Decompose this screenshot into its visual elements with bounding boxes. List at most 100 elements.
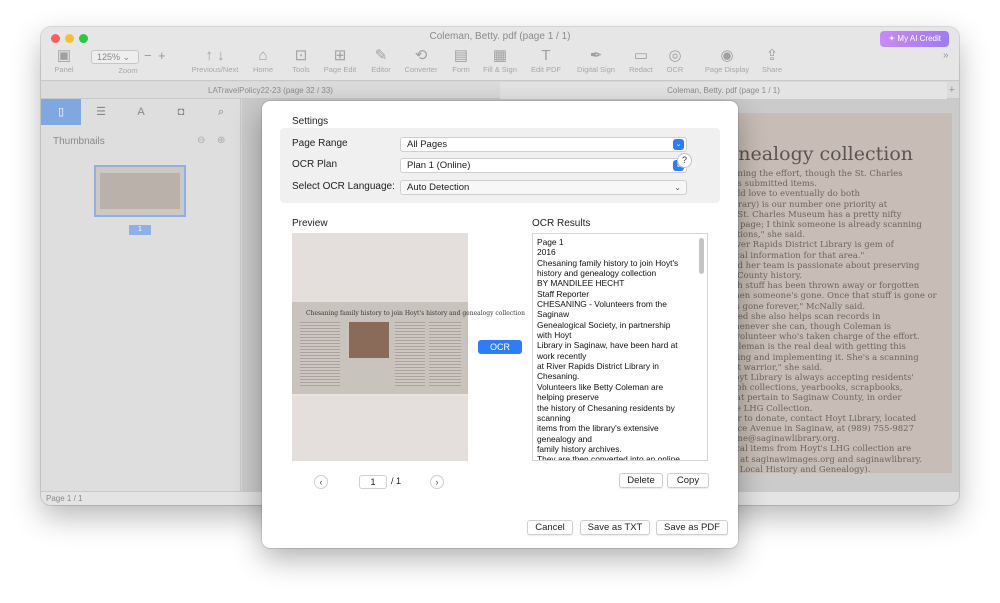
ocr-result-line: genealogy and — [537, 433, 592, 444]
save-as-txt-button[interactable]: Save as TXT — [580, 520, 650, 535]
document-text-line: ent warrior," she said. — [727, 362, 823, 373]
preview-text-column — [395, 322, 425, 386]
ocr-result-line: items from the library's extensive — [537, 423, 659, 434]
document-text-line: Hoyt Library is always accepting residen… — [727, 373, 914, 383]
zoom-value: 125% — [97, 52, 121, 62]
ocr-run-button[interactable]: OCR — [478, 340, 522, 354]
document-text-line: ections," she said. — [727, 230, 806, 241]
help-button[interactable]: ? — [677, 153, 692, 168]
search-tab-icon[interactable]: ⌕ — [201, 99, 241, 125]
ocr-plan-value: Plan 1 (Online) — [407, 160, 471, 171]
zoom-out-button[interactable]: − — [144, 48, 152, 63]
page-range-label: Page Range — [292, 138, 348, 149]
digital-sign-button[interactable]: ✒ Digital Sign — [571, 47, 621, 75]
thumbnails-tab-icon[interactable]: ▯ — [41, 99, 81, 125]
ocr-results-text: Page 1 2016 Chesaning family history to jo… — [537, 237, 697, 461]
document-text-line: gene@saginawlibrary.org. — [727, 434, 840, 445]
share-button[interactable]: ⇪ Share — [749, 47, 795, 75]
copy-button[interactable]: Copy — [667, 473, 709, 488]
preview-page-bottom — [292, 396, 468, 461]
fill-sign-button[interactable]: ▦ Fill & Sign — [477, 47, 523, 75]
document-text-line: gical items from Hoyt's LHG collection a… — [727, 444, 912, 455]
page-number-input[interactable]: 1 — [359, 475, 387, 489]
page-display-button[interactable]: ◉ Page Display — [700, 47, 754, 75]
save-as-pdf-button[interactable]: Save as PDF — [656, 520, 728, 535]
tab-latravelpolicy[interactable]: LATravelPolicy22-23 (page 32 / 33) — [41, 82, 500, 99]
zoom-in-button[interactable]: + — [158, 48, 166, 63]
ocr-plan-label: OCR Plan — [292, 159, 338, 170]
outline-tab-icon[interactable]: ☰ — [81, 99, 121, 125]
results-scrollbar[interactable] — [699, 238, 704, 274]
page-edit-label: Page Edit — [323, 65, 357, 74]
zoom-label: Zoom — [118, 66, 138, 75]
ocr-results-textarea[interactable]: Page 1 2016 Chesaning family history to jo… — [532, 233, 708, 461]
overflow-chevron-icon[interactable]: » — [943, 50, 949, 61]
new-tab-button[interactable]: + — [949, 82, 955, 99]
document-text-line: raph collections, yearbooks, scrapbooks, — [727, 383, 903, 394]
ocr-result-line: BY MANDILEE HECHT — [537, 278, 625, 289]
document-text-line: ance Avenue in Saginaw, at (989) 755-982… — [727, 424, 914, 434]
page-thumbnail[interactable] — [94, 165, 186, 217]
document-text-line: e, St. Charles Museum has a pretty nifty — [727, 209, 902, 220]
document-text-line: gical information for that area." — [727, 250, 865, 261]
sidebar-toggle-icon: ▣ — [56, 47, 72, 64]
fill-sign-icon: ▦ — [492, 47, 508, 64]
next-page-button[interactable]: › — [430, 475, 444, 489]
preview-page-image: Chesaning family history to join Hoyt's … — [292, 302, 525, 394]
panel-button[interactable]: ▣ Panel — [41, 47, 87, 75]
settings-panel: Page Range All Pages ⌄ OCR Plan Plan 1 (… — [280, 128, 720, 203]
edit-pdf-label: Edit PDF — [530, 65, 561, 74]
document-text-line: ould love to eventually do both — [727, 189, 861, 200]
ocr-language-select[interactable]: Auto Detection ⌄ — [400, 180, 687, 195]
annotations-tab-icon[interactable]: A — [121, 99, 161, 125]
thumbnails-heading: Thumbnails — [53, 136, 105, 147]
page-range-select[interactable]: All Pages ⌄ — [400, 137, 687, 152]
document-text-line: library) is our number one priority at — [727, 199, 888, 210]
panel-label: Panel — [54, 65, 74, 74]
preview-headline: Chesaning family history to join Hoyt's … — [306, 310, 525, 317]
ocr-result-line: helping preserve — [537, 392, 599, 403]
ai-credit-button[interactable]: ✦ My AI Credit — [880, 31, 949, 47]
document-text-line: when someone's gone. Once that stuff is … — [727, 291, 937, 302]
ocr-result-line: Chesaning family history to join Hoyt's — [537, 257, 679, 268]
document-text-line: uch stuff has been thrown away or forgot… — [727, 281, 920, 292]
chevron-down-icon: ⌄ — [674, 183, 681, 192]
page-display-label: Page Display — [704, 65, 750, 74]
title-bar: Coleman, Betty. pdf (page 1 / 1) ✦ My AI… — [41, 27, 959, 81]
document-text-line: Coleman is the real deal with getting th… — [727, 342, 906, 353]
ocr-toolbar-button[interactable]: ◎ OCR — [652, 47, 698, 75]
document-text-line: ck Local History and Genealogy). — [727, 464, 871, 475]
document-text-line: River Rapids District Library is gem of — [727, 240, 894, 251]
document-text-line: dded she also helps scan records in — [727, 311, 881, 322]
thumbnail-zoom-out-icon[interactable]: ⊖ — [197, 135, 205, 146]
zoom-select[interactable]: 125% ⌄ — [91, 50, 139, 64]
cancel-button[interactable]: Cancel — [527, 520, 573, 535]
snapshot-tab-icon[interactable]: ◘ — [161, 99, 201, 125]
thumbnail-content — [100, 173, 180, 209]
ocr-toolbar-label: OCR — [666, 65, 684, 74]
prev-next-label: Previous/Next — [191, 65, 239, 74]
digital-sign-label: Digital Sign — [577, 65, 615, 74]
fill-sign-label: Fill & Sign — [483, 65, 517, 74]
document-text-line: that pertain to Saginaw County, in order — [727, 393, 902, 404]
grid-icon: ⊞ — [333, 47, 347, 64]
edit-pdf-button[interactable]: T Edit PDF — [523, 47, 569, 75]
ocr-icon: ◎ — [668, 47, 682, 64]
prev-page-button[interactable]: ‹ — [314, 475, 328, 489]
page-edit-button[interactable]: ⊞ Page Edit — [317, 47, 363, 75]
chevron-down-icon: ⌄ — [122, 52, 131, 62]
document-text-line: has submitted items. — [727, 179, 817, 190]
tab-coleman-betty[interactable]: Coleman, Betty. pdf (page 1 / 1) — [500, 82, 947, 99]
ocr-result-line: They are then converted into an online — [537, 454, 680, 461]
preview-text-column — [429, 322, 461, 386]
prev-next-button[interactable]: ↑ ↓ Previous/Next — [189, 47, 241, 75]
share-icon: ⇪ — [765, 47, 779, 64]
eye-icon: ◉ — [720, 47, 734, 64]
delete-button[interactable]: Delete — [619, 473, 663, 488]
ocr-result-line: 2016 — [537, 247, 556, 258]
thumbnail-zoom-in-icon[interactable]: ⊕ — [217, 135, 225, 146]
ocr-result-line: Saginaw — [537, 309, 570, 320]
ocr-result-line: Chesaning. — [537, 371, 580, 382]
ocr-plan-select[interactable]: Plan 1 (Online) ⇕ — [400, 158, 687, 173]
page-range-value: All Pages — [407, 139, 448, 150]
